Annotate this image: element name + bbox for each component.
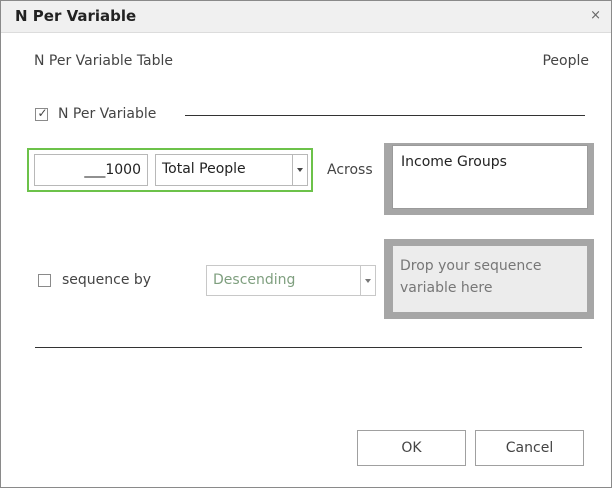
close-icon[interactable]: × — [590, 8, 601, 24]
table-label: N Per Variable Table — [34, 53, 174, 69]
unit-select-value: Total People — [162, 161, 246, 177]
unit-select[interactable]: Total People — [155, 154, 308, 186]
count-input[interactable]: ___1000 — [34, 154, 148, 186]
n-per-variable-dialog: N Per Variable × N Per Variable Table Pe… — [0, 0, 612, 488]
chevron-down-icon — [365, 279, 371, 283]
section-divider-bottom — [35, 347, 582, 348]
section-divider-top — [185, 115, 585, 116]
title-bar: N Per Variable × — [1, 1, 611, 33]
sequence-order-select[interactable]: Descending — [206, 265, 376, 296]
sequence-by-label: sequence by — [62, 272, 152, 288]
across-variable-dropzone[interactable]: Income Groups — [392, 145, 588, 209]
sequence-dropzone[interactable]: Drop your sequence variable here — [393, 246, 587, 312]
n-per-variable-checkbox[interactable]: ✓ — [35, 106, 48, 121]
sequence-by-checkbox[interactable] — [38, 274, 51, 287]
unit-dropdown-button[interactable] — [292, 155, 307, 185]
checkmark-icon: ✓ — [37, 106, 48, 120]
entity-label: People — [542, 53, 589, 69]
across-variable-value: Income Groups — [401, 154, 507, 170]
chevron-down-icon — [297, 168, 303, 172]
cancel-button[interactable]: Cancel — [475, 430, 584, 466]
ok-button[interactable]: OK — [357, 430, 466, 466]
dialog-title: N Per Variable — [15, 7, 137, 25]
across-label: Across — [327, 162, 373, 178]
n-per-variable-label: N Per Variable — [58, 106, 157, 122]
sequence-dropdown-button[interactable] — [360, 266, 375, 295]
sequence-order-value: Descending — [213, 272, 296, 288]
sequence-drop-placeholder: Drop your sequence variable here — [400, 258, 542, 296]
